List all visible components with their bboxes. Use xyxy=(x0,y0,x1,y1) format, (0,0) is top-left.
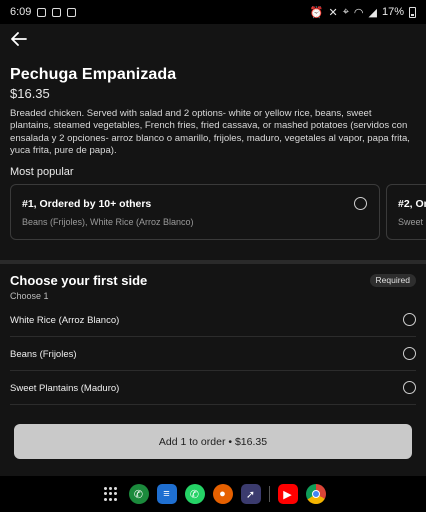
mute-icon: ✕ xyxy=(328,6,338,19)
location-icon: ⌖ xyxy=(342,5,349,18)
item-detail-screen: Pechuga Empanizada $16.35 Breaded chicke… xyxy=(0,24,426,476)
radio-button[interactable] xyxy=(403,313,416,326)
popular-card-2[interactable]: #2, Or Sweet P xyxy=(386,184,426,240)
notification-icon xyxy=(37,7,47,17)
section-title: Choose your first side xyxy=(10,273,148,288)
item-price: $16.35 xyxy=(10,86,50,101)
battery-percent: 17% xyxy=(381,6,404,18)
alarm-icon: ⏰ xyxy=(309,6,324,19)
option-label: White Rice (Arroz Blanco) xyxy=(10,315,120,326)
status-right: ⏰ ✕ ⌖ ◠ ◢ 17% xyxy=(310,6,416,19)
status-time: 6:09 xyxy=(10,6,32,18)
radio-button[interactable] xyxy=(354,197,367,210)
status-bar: 6:09 ⏰ ✕ ⌖ ◠ ◢ 17% xyxy=(0,0,426,24)
option-label: Sweet Plantains (Maduro) xyxy=(10,383,120,394)
phone-icon[interactable]: ✆ xyxy=(128,484,149,504)
radio-button[interactable] xyxy=(403,381,416,394)
option-sweet-plantains[interactable]: Sweet Plantains (Maduro) xyxy=(10,371,416,405)
status-left: 6:09 xyxy=(10,6,77,18)
settings-icon xyxy=(67,7,77,17)
popular-card-title: #1, Ordered by 10+ others xyxy=(22,198,152,210)
battery-icon xyxy=(409,6,416,18)
choose-count: Choose 1 xyxy=(10,291,49,301)
apps-grid-icon[interactable] xyxy=(101,484,121,504)
option-beans[interactable]: Beans (Frijoles) xyxy=(10,337,416,371)
back-arrow-icon xyxy=(11,32,27,46)
app-dock: ✆ ≡ ✆ ● ➚ ▶ xyxy=(0,476,426,512)
required-badge: Required xyxy=(369,274,416,287)
messages-icon[interactable]: ≡ xyxy=(156,484,177,504)
signal-icon: ◢ xyxy=(368,6,377,19)
chrome-icon[interactable] xyxy=(305,484,326,504)
item-description: Breaded chicken. Served with salad and 2… xyxy=(10,108,410,157)
popular-card-subtitle: Beans (Frijoles), White Rice (Arroz Blan… xyxy=(22,217,194,227)
firefox-icon[interactable]: ● xyxy=(212,484,233,504)
add-to-order-button[interactable]: Add 1 to order • $16.35 xyxy=(14,424,412,459)
rocket-app-icon[interactable]: ➚ xyxy=(240,484,261,504)
option-white-rice[interactable]: White Rice (Arroz Blanco) xyxy=(10,303,416,337)
option-label: Beans (Frijoles) xyxy=(10,349,77,360)
radio-button[interactable] xyxy=(403,347,416,360)
popular-card-title: #2, Or xyxy=(398,198,426,210)
section-divider xyxy=(0,260,426,264)
gallery-icon xyxy=(52,7,62,17)
dock-separator xyxy=(268,486,270,502)
whatsapp-icon[interactable]: ✆ xyxy=(184,484,205,504)
youtube-icon[interactable]: ▶ xyxy=(277,484,298,504)
popular-card-subtitle: Sweet P xyxy=(398,217,426,227)
back-button[interactable] xyxy=(8,28,30,50)
most-popular-label: Most popular xyxy=(10,166,74,178)
wifi-icon: ◠ xyxy=(353,6,364,19)
popular-card-1[interactable]: #1, Ordered by 10+ others Beans (Frijole… xyxy=(10,184,380,240)
item-title: Pechuga Empanizada xyxy=(10,66,177,83)
